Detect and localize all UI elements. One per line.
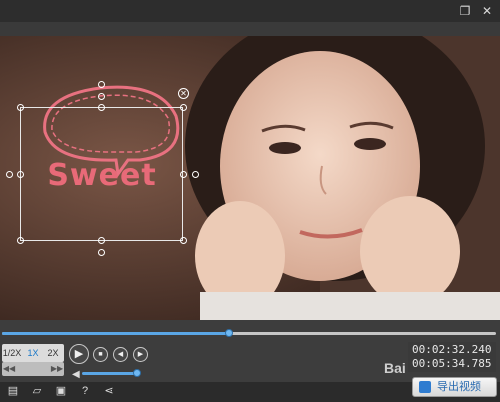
volume-slider[interactable] xyxy=(82,372,137,375)
close-icon[interactable]: ✕ xyxy=(479,3,495,19)
resize-handle-left-outer[interactable] xyxy=(6,171,13,178)
title-bar: ❐ ✕ xyxy=(0,0,500,22)
sticker-delete-icon[interactable]: ✕ xyxy=(178,88,189,99)
previous-button[interactable]: ◀ xyxy=(113,347,128,362)
resize-handle-bottom-outer[interactable] xyxy=(98,249,105,256)
save-icon[interactable]: ▣ xyxy=(54,384,68,398)
top-strip xyxy=(0,22,500,36)
overlay-watermark: Bai xyxy=(384,360,406,376)
export-icon xyxy=(419,381,431,393)
resize-handle-top-left[interactable] xyxy=(17,104,24,111)
share-icon[interactable]: ⋖ xyxy=(102,384,116,398)
sticker-selection-frame[interactable] xyxy=(20,107,183,241)
next-button[interactable]: ▶ xyxy=(133,347,148,362)
step-forward-icon[interactable]: ▶▶ xyxy=(50,362,64,376)
export-video-button[interactable]: 导出视频 xyxy=(412,377,497,397)
help-icon[interactable]: ? xyxy=(78,384,92,398)
volume-knob[interactable] xyxy=(132,369,141,377)
step-back-icon[interactable]: ◀◀ xyxy=(2,362,16,376)
rotate-handle-stem[interactable] xyxy=(98,93,105,100)
resize-handle-right[interactable] xyxy=(180,171,187,178)
document-icon[interactable]: ▤ xyxy=(6,384,20,398)
resize-handle-left[interactable] xyxy=(17,171,24,178)
play-button[interactable]: ▶ xyxy=(69,344,89,364)
volume-icon[interactable]: ◀ xyxy=(72,369,80,380)
rotate-handle[interactable] xyxy=(98,81,105,88)
export-video-label: 导出视频 xyxy=(437,381,481,393)
resize-handle-top-right[interactable] xyxy=(180,104,187,111)
current-time: 00:02:32.240 xyxy=(412,343,492,356)
frame-step-bar: ◀◀ ▶▶ xyxy=(2,362,64,376)
folder-icon[interactable]: ▱ xyxy=(30,384,44,398)
speed-half[interactable]: 1/2X xyxy=(2,344,22,362)
resize-handle-right-outer[interactable] xyxy=(192,171,199,178)
restore-icon[interactable]: ❐ xyxy=(457,3,473,19)
resize-handle-top[interactable] xyxy=(98,104,105,111)
timeline-scrubber[interactable] xyxy=(225,329,234,337)
speed-selector: 1/2X 1X 2X xyxy=(2,344,64,362)
video-preview[interactable]: Sweet ✕ xyxy=(0,36,500,320)
stop-button[interactable]: ■ xyxy=(93,347,108,362)
timeline-progress xyxy=(2,332,230,335)
resize-handle-bottom-right[interactable] xyxy=(180,237,187,244)
resize-handle-bottom-left[interactable] xyxy=(17,237,24,244)
total-time: 00:05:34.785 xyxy=(412,357,492,370)
speed-normal[interactable]: 1X xyxy=(23,344,43,362)
timeline[interactable] xyxy=(0,326,500,338)
resize-handle-bottom[interactable] xyxy=(98,237,105,244)
speed-double[interactable]: 2X xyxy=(43,344,63,362)
timecode-display: 00:02:32.240 00:05:34.785 xyxy=(408,342,496,372)
